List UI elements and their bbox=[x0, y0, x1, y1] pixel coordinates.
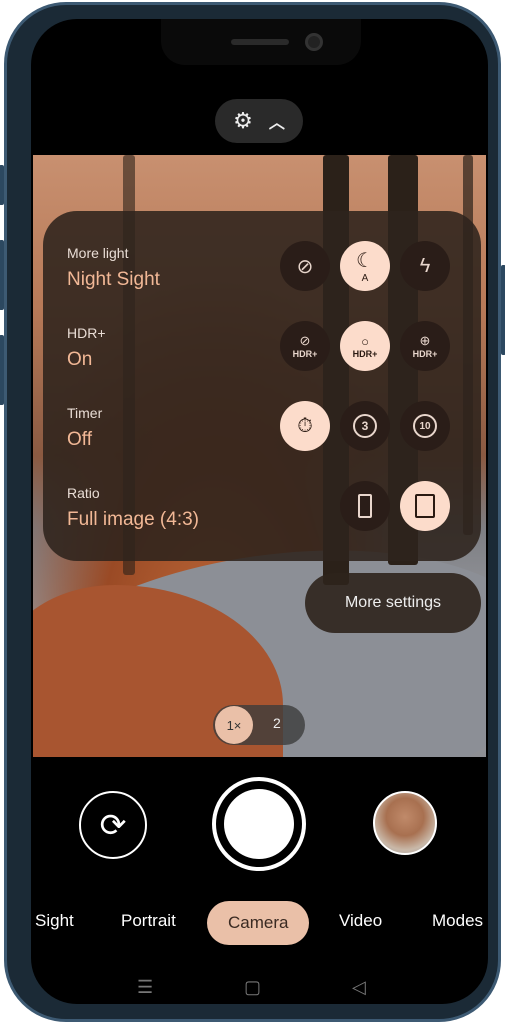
screen: ⚙ ︿ More light Night Sight HDR+ On Timer Off… bbox=[31, 19, 488, 1004]
gallery-thumbnail[interactable] bbox=[373, 791, 437, 855]
back-nav-icon[interactable]: ◁ bbox=[352, 977, 366, 998]
home-nav-icon[interactable]: ▢ bbox=[244, 977, 261, 998]
zoom-1x-button[interactable]: 1× bbox=[215, 706, 253, 744]
shutter-button[interactable] bbox=[212, 777, 306, 871]
settings-toggle[interactable]: ⚙ ︿ bbox=[215, 99, 303, 143]
rotate-camera-icon: ⟳ bbox=[99, 807, 127, 843]
power-button bbox=[501, 265, 505, 355]
front-camera bbox=[305, 33, 323, 51]
more-settings-button[interactable]: More settings bbox=[305, 573, 481, 633]
ratio-tall-icon[interactable] bbox=[340, 481, 390, 531]
recents-nav-icon[interactable]: ☰ bbox=[137, 977, 153, 998]
gear-icon: ⚙ bbox=[233, 108, 253, 133]
setting-timer: Timer Off bbox=[67, 405, 103, 450]
setting-ratio: Ratio Full image (4:3) bbox=[67, 485, 199, 530]
night-sight-auto-icon[interactable]: ☾ A bbox=[340, 241, 390, 291]
mode-selector: Sight Portrait Camera Video Modes bbox=[31, 901, 488, 945]
camera-viewfinder[interactable]: More light Night Sight HDR+ On Timer Off Ra… bbox=[33, 155, 486, 757]
mode-night-sight[interactable]: Sight bbox=[35, 911, 74, 931]
timer-3-icon[interactable]: 3 bbox=[340, 401, 390, 451]
notch bbox=[161, 19, 361, 65]
hdr-on-icon[interactable]: ○ HDR+ bbox=[340, 321, 390, 371]
mode-modes[interactable]: Modes bbox=[432, 911, 483, 931]
flash-off-icon[interactable]: ⊘ bbox=[280, 241, 330, 291]
side-button bbox=[0, 165, 4, 205]
zoom-selector: 1× 2 bbox=[213, 705, 305, 745]
ratio-4-3-icon[interactable] bbox=[400, 481, 450, 531]
quick-settings-panel: More light Night Sight HDR+ On Timer Off Ra… bbox=[43, 211, 481, 561]
zoom-2x-button[interactable]: 2 bbox=[273, 715, 281, 731]
setting-more-light: More light Night Sight bbox=[67, 245, 160, 290]
setting-hdr: HDR+ On bbox=[67, 325, 106, 370]
volume-down-button bbox=[0, 335, 4, 405]
switch-camera-button[interactable]: ⟳ bbox=[79, 791, 147, 859]
phone-frame: ⚙ ︿ More light Night Sight HDR+ On Timer Off… bbox=[0, 2, 505, 1022]
flash-on-icon[interactable]: ϟ bbox=[400, 241, 450, 291]
hdr-off-icon[interactable]: ⊘ HDR+ bbox=[280, 321, 330, 371]
volume-up-button bbox=[0, 240, 4, 310]
mode-portrait[interactable]: Portrait bbox=[121, 911, 176, 931]
timer-off-icon[interactable]: ⏱ bbox=[280, 401, 330, 451]
mode-camera[interactable]: Camera bbox=[207, 901, 310, 945]
mode-video[interactable]: Video bbox=[339, 911, 382, 931]
hdr-enhanced-icon[interactable]: ⊕ HDR+ bbox=[400, 321, 450, 371]
timer-10-icon[interactable]: 10 bbox=[400, 401, 450, 451]
chevron-up-icon: ︿ bbox=[268, 115, 285, 132]
